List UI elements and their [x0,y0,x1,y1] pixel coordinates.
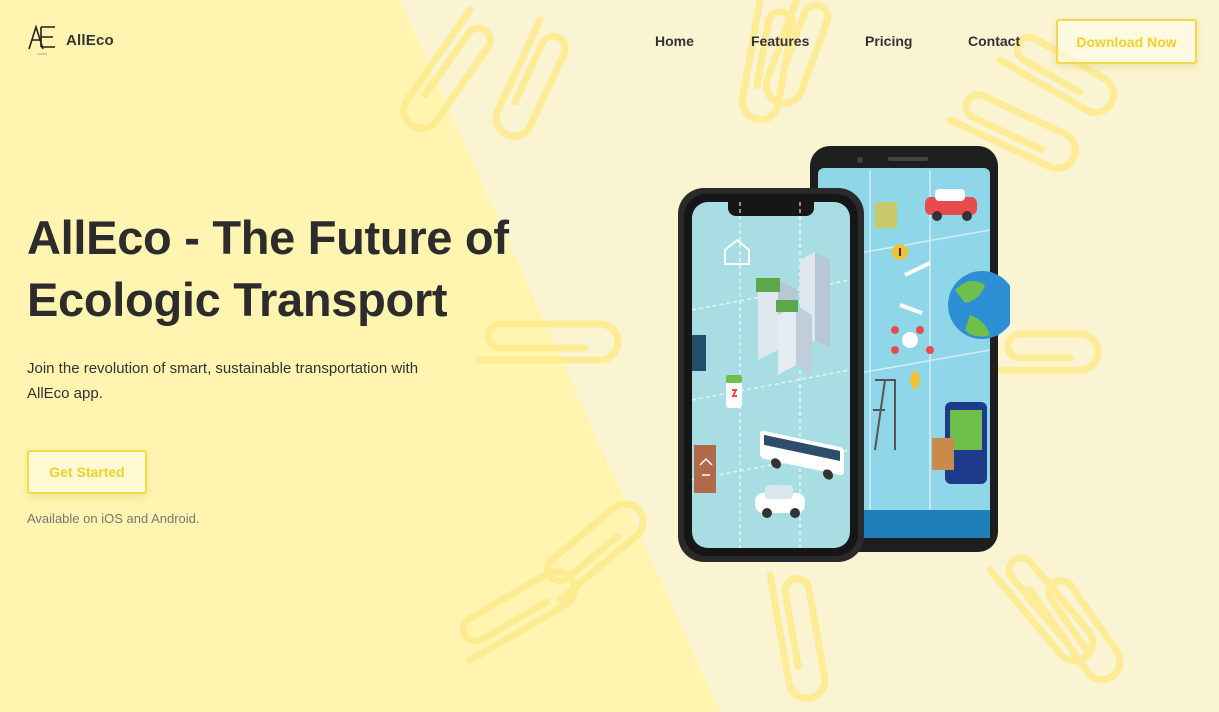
hero-title: AllEco - The Future of Ecologic Transpor… [27,211,509,326]
nav-item-contact[interactable]: Contact [968,33,1020,49]
download-now-button[interactable]: Download Now [1056,19,1197,64]
nav-item-features[interactable]: Features [751,33,809,49]
availability-note: Available on iOS and Android. [27,511,200,526]
phones-illustration [678,146,1010,562]
get-started-button[interactable]: Get Started [27,450,147,494]
hero-subtitle: Join the revolution of smart, sustainabl… [27,360,419,402]
phone-front-icon [678,188,864,562]
nav-links: Home Features Pricing Contact [0,33,1219,53]
nav-item-pricing[interactable]: Pricing [865,33,912,49]
top-navbar: AllEco Home Features Pricing Contact Dow… [0,0,1219,84]
nav-item-home[interactable]: Home [655,33,694,49]
